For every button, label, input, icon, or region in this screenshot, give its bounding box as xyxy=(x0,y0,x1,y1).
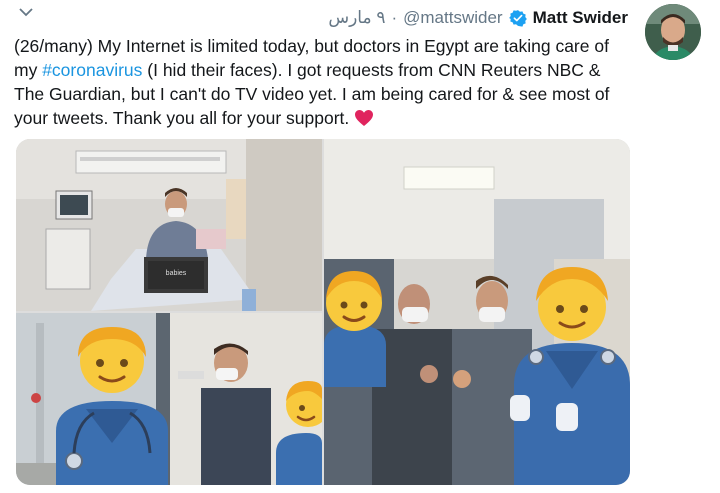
tweet-date[interactable]: ٩ مارس xyxy=(328,8,385,28)
separator-dot: · xyxy=(391,8,398,27)
tweet-text: (26/many) My Internet is limited today, … xyxy=(14,34,634,130)
red-heart-icon xyxy=(355,110,374,126)
user-handle[interactable]: @mattswider xyxy=(403,8,502,28)
laptop-sticker-text: babies xyxy=(166,270,187,277)
hashtag-link[interactable]: #coronavirus xyxy=(42,60,142,80)
tweet-header: ٩ مارس · @mattswider Matt Swider xyxy=(328,6,628,30)
verified-badge-icon xyxy=(508,10,527,27)
group-thumbs-up-photo[interactable] xyxy=(324,139,630,485)
chevron-down-icon[interactable] xyxy=(18,6,34,18)
avatar[interactable] xyxy=(645,4,701,60)
media-grid[interactable]: babies xyxy=(16,139,630,485)
hospital-bed-laptop-photo[interactable]: babies xyxy=(16,139,322,311)
doctor-hallway-photo[interactable] xyxy=(16,313,322,485)
display-name[interactable]: Matt Swider xyxy=(533,8,628,28)
